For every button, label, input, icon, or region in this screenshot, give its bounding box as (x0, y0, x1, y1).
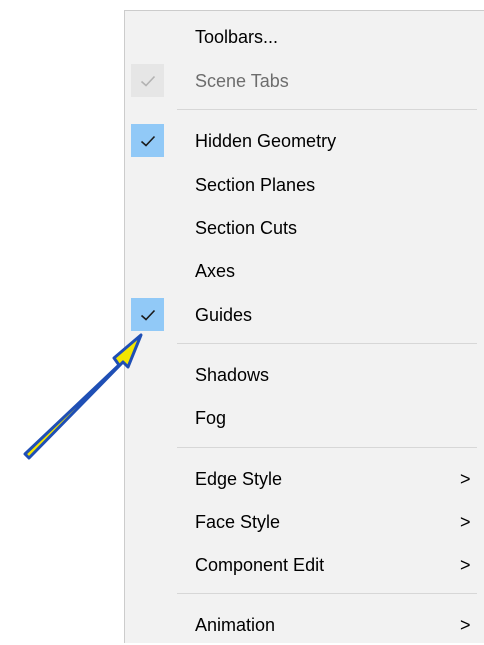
menu-item-label: Shadows (195, 365, 270, 385)
menu-item-label: Section Cuts (195, 218, 298, 238)
menu-item-label: Animation (195, 615, 276, 635)
menu-item-label: Axes (195, 261, 236, 281)
chevron-right-icon: > (460, 512, 471, 532)
menu-item-axes[interactable]: Axes (125, 251, 484, 291)
menu-item-label: Toolbars... (195, 27, 279, 47)
menu-item-label: Face Style (195, 512, 281, 532)
menu-item-label: Component Edit (195, 555, 325, 575)
menu-item-hidden-geometry[interactable]: Hidden Geometry (125, 121, 484, 161)
menu-separator (177, 447, 477, 448)
menu-item-guides[interactable]: Guides (125, 295, 484, 335)
view-context-menu: Toolbars... Scene Tabs Hidden Geometry S… (124, 10, 484, 643)
menu-item-section-planes[interactable]: Section Planes (125, 165, 484, 205)
menu-item-label: Scene Tabs (195, 71, 289, 91)
menu-item-fog[interactable]: Fog (125, 398, 484, 438)
menu-separator (177, 593, 477, 594)
check-icon (131, 64, 164, 97)
chevron-right-icon: > (460, 615, 471, 635)
menu-item-toolbars[interactable]: Toolbars... (125, 17, 484, 57)
menu-separator (177, 109, 477, 110)
chevron-right-icon: > (460, 469, 471, 489)
menu-item-animation[interactable]: Animation > (125, 605, 484, 645)
menu-item-face-style[interactable]: Face Style > (125, 502, 484, 542)
check-icon (131, 124, 164, 157)
menu-item-component-edit[interactable]: Component Edit > (125, 545, 484, 585)
menu-item-edge-style[interactable]: Edge Style > (125, 459, 484, 499)
menu-item-section-cuts[interactable]: Section Cuts (125, 208, 484, 248)
menu-item-label: Fog (195, 408, 227, 428)
menu-item-label: Guides (195, 305, 253, 325)
menu-item-label: Section Planes (195, 175, 316, 195)
check-icon (131, 298, 164, 331)
menu-item-scene-tabs: Scene Tabs (125, 61, 484, 101)
menu-item-label: Hidden Geometry (195, 131, 337, 151)
menu-item-shadows[interactable]: Shadows (125, 355, 484, 395)
chevron-right-icon: > (460, 555, 471, 575)
menu-separator (177, 343, 477, 344)
menu-item-label: Edge Style (195, 469, 283, 489)
